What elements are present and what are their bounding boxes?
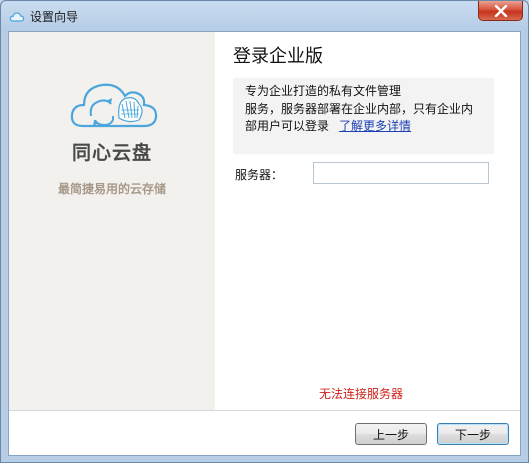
app-name: 同心云盘	[71, 142, 152, 164]
learn-more-link[interactable]: 了解更多详情	[339, 119, 411, 133]
info-text-line-3-text: 部用户可以登录	[245, 119, 330, 133]
wizard-client-area: 同心云盘 最简捷易用的云存储 登录企业版 专为企业打造的私有文件管理 服务，服务…	[8, 31, 521, 456]
app-slogan: 最简捷易用的云存储	[57, 182, 166, 196]
next-button[interactable]: 下一步	[437, 423, 509, 445]
server-input[interactable]	[313, 162, 489, 184]
setup-wizard-window: 设置向导 同心云盘 最简捷易用的云存储 登录企业版 专为企业打造的私有文件管理 …	[0, 0, 529, 463]
info-text-line-1: 专为企业打造的私有文件管理	[245, 84, 402, 98]
cloud-icon	[9, 12, 25, 22]
sidebar: 同心云盘 最简捷易用的云存储	[9, 32, 215, 410]
info-text-line-2: 服务，服务器部署在企业内部，只有企业内	[245, 101, 474, 116]
wizard-footer: 上一步 下一步	[9, 411, 520, 455]
page-title: 登录企业版	[233, 46, 323, 67]
close-icon	[494, 4, 507, 17]
server-label: 服务器：	[235, 168, 284, 182]
cloud-sync-logo-icon	[70, 83, 158, 128]
close-button[interactable]	[478, 1, 523, 21]
info-text-line-3: 部用户可以登录 了解更多详情	[245, 118, 486, 136]
info-box: 专为企业打造的私有文件管理 服务，服务器部署在企业内部，只有企业内 部用户可以登…	[233, 78, 494, 154]
title-bar[interactable]: 设置向导	[1, 1, 528, 31]
window-title: 设置向导	[30, 10, 79, 24]
connection-error-message: 无法连接服务器	[319, 387, 404, 401]
previous-button[interactable]: 上一步	[355, 423, 427, 445]
